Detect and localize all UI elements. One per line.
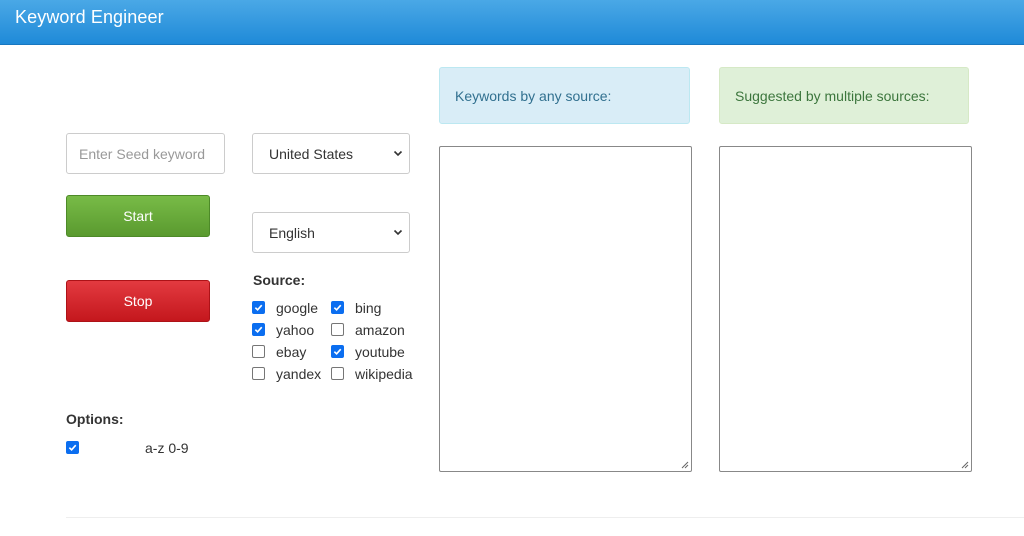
language-select[interactable]: English bbox=[252, 212, 410, 253]
resize-grip-icon[interactable] bbox=[681, 461, 689, 469]
source-label-yahoo: yahoo bbox=[276, 322, 315, 338]
chevron-down-icon bbox=[393, 150, 403, 156]
multiple-sources-heading: Suggested by multiple sources: bbox=[719, 67, 969, 124]
any-source-heading: Keywords by any source: bbox=[439, 67, 690, 124]
checkmark-icon bbox=[254, 326, 263, 334]
checkmark-icon bbox=[333, 304, 342, 312]
source-checkbox-yandex[interactable] bbox=[252, 367, 265, 380]
source-checkbox-bing[interactable] bbox=[331, 301, 344, 314]
seed-keyword-input[interactable] bbox=[66, 133, 225, 174]
source-checkbox-google[interactable] bbox=[252, 301, 265, 314]
multiple-sources-results-textarea[interactable] bbox=[719, 146, 972, 472]
source-label-wikipedia: wikipedia bbox=[355, 366, 413, 382]
source-label-bing: bing bbox=[355, 300, 382, 316]
navbar: Keyword Engineer bbox=[0, 0, 1024, 45]
start-button[interactable]: Start bbox=[66, 195, 210, 237]
source-checkbox-amazon[interactable] bbox=[331, 323, 344, 336]
country-select[interactable]: United States bbox=[252, 133, 410, 174]
source-checkbox-ebay[interactable] bbox=[252, 345, 265, 358]
stop-button[interactable]: Stop bbox=[66, 280, 210, 322]
checkmark-icon bbox=[333, 348, 342, 356]
source-checkbox-yahoo[interactable] bbox=[252, 323, 265, 336]
option-checkbox-az09[interactable] bbox=[66, 441, 79, 454]
footer-divider bbox=[66, 517, 1024, 518]
source-label: Source: bbox=[253, 272, 306, 288]
multiple-sources-heading-text: Suggested by multiple sources: bbox=[735, 87, 930, 104]
source-label-amazon: amazon bbox=[355, 322, 405, 338]
brand-title[interactable]: Keyword Engineer bbox=[15, 7, 164, 28]
language-select-value: English bbox=[269, 224, 315, 241]
source-label-yandex: yandex bbox=[276, 366, 322, 382]
source-label-google: google bbox=[276, 300, 319, 316]
country-select-value: United States bbox=[269, 145, 354, 162]
option-label-az09: a-z 0-9 bbox=[145, 440, 189, 456]
resize-grip-icon[interactable] bbox=[961, 461, 969, 469]
any-source-heading-text: Keywords by any source: bbox=[455, 87, 612, 104]
source-label-ebay: ebay bbox=[276, 344, 307, 360]
chevron-down-icon bbox=[393, 229, 403, 235]
any-source-results-textarea[interactable] bbox=[439, 146, 692, 472]
source-checkbox-wikipedia[interactable] bbox=[331, 367, 344, 380]
source-label-youtube: youtube bbox=[355, 344, 405, 360]
options-label: Options: bbox=[66, 411, 124, 427]
source-checkbox-youtube[interactable] bbox=[331, 345, 344, 358]
checkmark-icon bbox=[68, 444, 77, 452]
checkmark-icon bbox=[254, 304, 263, 312]
